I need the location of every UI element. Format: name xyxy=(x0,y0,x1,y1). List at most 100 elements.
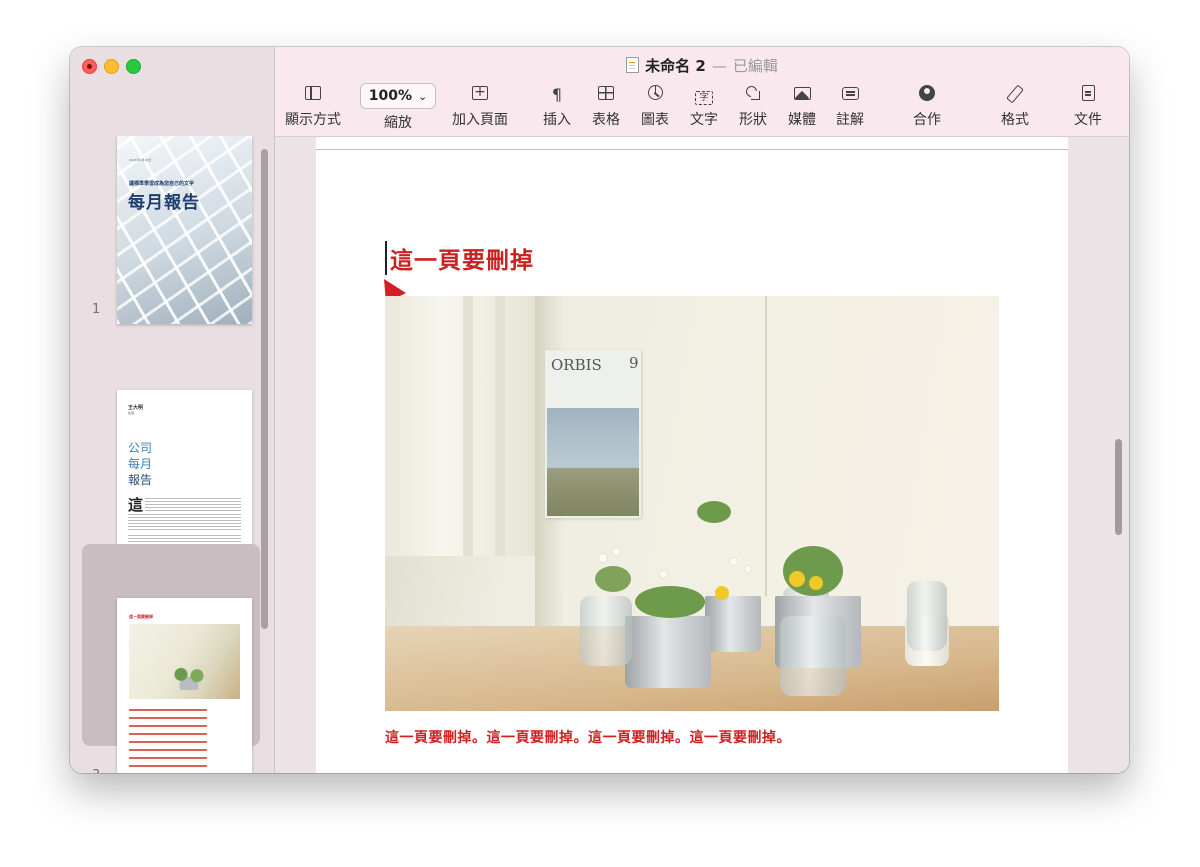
add-page-icon xyxy=(472,82,488,102)
metal-pot xyxy=(705,596,761,652)
sidebar-scrollbar[interactable] xyxy=(261,149,268,629)
page2-title-line-3: 報告 xyxy=(128,473,153,487)
yellow-flower xyxy=(789,571,805,587)
cover-subtitle: 讓標準學習成為您自己的文字 xyxy=(129,181,195,187)
red-text-line xyxy=(129,733,207,735)
add-page-button[interactable]: 加入頁面 xyxy=(449,82,511,129)
red-text-line xyxy=(129,757,207,759)
insert-label: 插入 xyxy=(543,112,571,128)
thumbnail-list: 2021年5月16日 讓標準學習成為您自己的文字 每月報告 1 王大明 經理 公… xyxy=(70,136,274,773)
chart-icon xyxy=(647,85,663,100)
foliage xyxy=(635,586,705,618)
minimize-window-button[interactable] xyxy=(104,59,119,74)
page-thumbnail-3[interactable]: 這一頁要刪掉 xyxy=(117,598,252,773)
author-role: 經理 xyxy=(128,411,135,415)
collaborate-label: 合作 xyxy=(913,112,941,128)
page-top-edge xyxy=(316,149,1068,150)
window-frame xyxy=(385,296,535,556)
collaborate-button[interactable]: 合作 xyxy=(907,85,947,129)
media-label: 媒體 xyxy=(788,112,816,128)
table-button[interactable]: 表格 xyxy=(586,85,626,129)
page2-title-line-2: 每月 xyxy=(128,457,153,471)
poster-landscape xyxy=(547,408,639,516)
author-name: 王大明 xyxy=(128,405,144,411)
insert-button[interactable]: ¶ 插入 xyxy=(537,85,577,129)
shape-icon xyxy=(746,86,760,100)
close-window-button[interactable] xyxy=(82,59,97,74)
document-name: 未命名 2 xyxy=(645,57,706,75)
page-thumbnail-1[interactable]: 2021年5月16日 讓標準學習成為您自己的文字 每月報告 xyxy=(117,136,252,324)
red-text-line xyxy=(129,765,207,767)
document-icon xyxy=(1081,85,1095,101)
page-number-1: 1 xyxy=(92,302,101,317)
chevron-down-icon: ⌄ xyxy=(418,90,428,103)
comment-label: 註解 xyxy=(836,112,864,128)
zoom-value: 100% xyxy=(368,88,413,104)
wall-corner xyxy=(765,296,767,596)
white-flower xyxy=(660,571,667,578)
shape-label: 形狀 xyxy=(739,112,767,128)
view-button[interactable]: 顯示方式 xyxy=(283,85,343,129)
red-text-line xyxy=(129,717,207,719)
white-flower xyxy=(599,554,607,562)
pages-window: 2021年5月16日 讓標準學習成為您自己的文字 每月報告 1 王大明 經理 公… xyxy=(70,47,1129,773)
document-status: 已編輯 xyxy=(732,57,778,75)
page3-photo xyxy=(129,624,240,699)
zoom-select[interactable]: 100% ⌄ xyxy=(360,83,436,109)
title-separator: — xyxy=(711,57,727,75)
add-page-label: 加入頁面 xyxy=(452,112,508,128)
page-caption[interactable]: 這一頁要刪掉。這一頁要刪掉。這一頁要刪掉。這一頁要刪掉。 xyxy=(385,727,791,747)
chart-label: 圖表 xyxy=(641,112,669,128)
cover-title: 每月報告 xyxy=(128,193,200,213)
inserted-photo[interactable]: ORBIS 9 xyxy=(385,296,999,711)
cover-date: 2021年5月16日 xyxy=(129,158,152,162)
red-text-line xyxy=(129,741,207,743)
page-heading[interactable]: 這一頁要刪掉 xyxy=(390,241,534,275)
table-icon xyxy=(598,86,614,100)
red-text-line xyxy=(129,725,207,727)
white-flower xyxy=(730,558,737,565)
yellow-flower xyxy=(809,576,823,590)
comment-icon xyxy=(841,87,859,100)
body-text-lines xyxy=(145,498,241,512)
media-button[interactable]: 媒體 xyxy=(782,85,822,129)
window-title: 未命名 2 — 已編輯 xyxy=(275,55,1129,76)
poster-brand: ORBIS xyxy=(551,356,602,374)
cover-photo xyxy=(117,136,252,324)
yellow-flower xyxy=(715,586,729,600)
media-icon xyxy=(793,87,811,100)
table-label: 表格 xyxy=(592,112,620,128)
format-brush-icon xyxy=(1006,84,1024,104)
document-canvas[interactable]: 這一頁要刪掉 ORBIS 9 這一頁要刪掉。這一頁要刪掉。這一頁要刪掉。這一頁要… xyxy=(275,137,1129,773)
glass-jar xyxy=(907,581,947,651)
red-text-line xyxy=(129,709,207,711)
zoom-window-button[interactable] xyxy=(126,59,141,74)
foliage xyxy=(595,566,631,592)
shape-button[interactable]: 形狀 xyxy=(733,85,773,129)
dropcap: 這 xyxy=(128,496,144,514)
wall-poster: ORBIS 9 xyxy=(545,350,641,518)
white-flower xyxy=(613,548,620,555)
page3-title: 這一頁要刪掉 xyxy=(129,614,153,619)
document-scrollbar[interactable] xyxy=(1115,439,1122,535)
document-page[interactable]: 這一頁要刪掉 ORBIS 9 這一頁要刪掉。這一頁要刪掉。這一頁要刪掉。這一頁要… xyxy=(316,137,1068,773)
glass-jar xyxy=(580,596,632,666)
collaborate-icon xyxy=(919,85,935,101)
text-button[interactable]: 字 文字 xyxy=(684,85,724,129)
document-button[interactable]: 文件 xyxy=(1068,85,1108,129)
poster-number: 9 xyxy=(629,354,639,372)
format-button[interactable]: 格式 xyxy=(995,84,1035,129)
comment-button[interactable]: 註解 xyxy=(830,85,870,129)
text-box-icon: 字 xyxy=(695,91,713,105)
zoom-label: 縮放 xyxy=(384,115,412,131)
red-text-line xyxy=(129,749,207,751)
page-number-3: 3 xyxy=(92,768,100,773)
chart-button[interactable]: 圖表 xyxy=(635,85,675,129)
view-label: 顯示方式 xyxy=(285,112,341,128)
document-label: 文件 xyxy=(1074,112,1102,128)
document-proxy-icon[interactable] xyxy=(626,57,640,73)
text-cursor xyxy=(385,241,387,275)
metal-pot xyxy=(625,616,711,688)
toolbar: 未命名 2—已編輯 顯示方式 100%⌄ 縮放 加入頁面 ¶ 插入 表格 圖表 … xyxy=(275,47,1129,137)
zoom-control[interactable]: 100% ⌄ 縮放 xyxy=(359,83,437,132)
